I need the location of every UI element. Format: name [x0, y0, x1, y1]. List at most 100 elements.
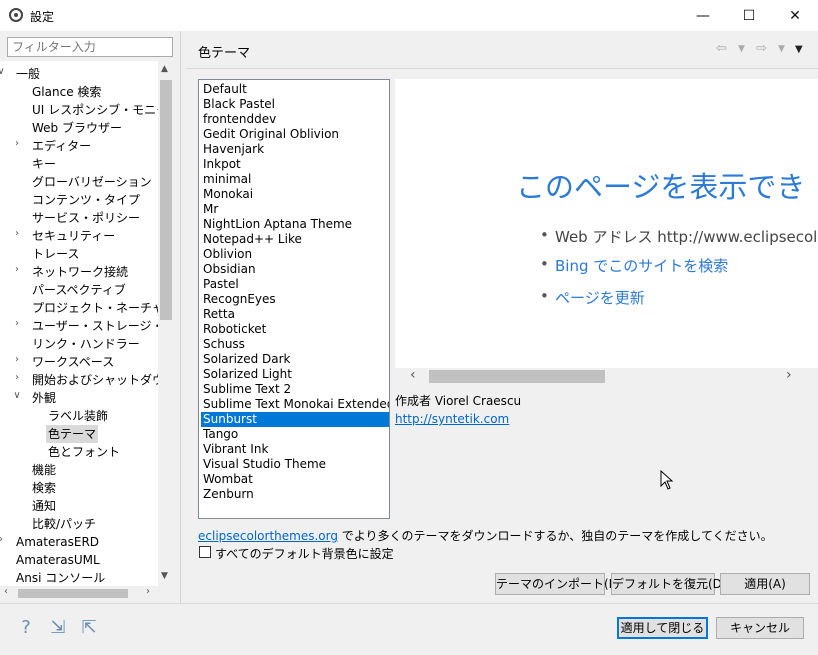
preview-scroll-right-icon[interactable]: ›: [786, 367, 792, 383]
tree-item[interactable]: トレース: [30, 245, 81, 263]
theme-list-item[interactable]: Schuss: [201, 337, 389, 352]
scroll-right-icon[interactable]: ›: [146, 586, 150, 597]
tree-item[interactable]: AmaterasUML: [14, 551, 102, 569]
tree-item[interactable]: AmaterasERD: [14, 533, 101, 551]
preview-link[interactable]: ページを更新: [555, 287, 818, 308]
import-prefs-icon[interactable]: ⇲: [46, 617, 70, 639]
preview-link[interactable]: Bing でこのサイトを検索: [555, 255, 818, 276]
tree-item[interactable]: グローバリゼーション: [30, 173, 154, 191]
theme-list-item[interactable]: Mr: [201, 202, 389, 217]
tree-item[interactable]: ラベル装飾: [46, 407, 110, 425]
apply-button[interactable]: 適用(A): [720, 573, 810, 595]
theme-list-item[interactable]: Oblivion: [201, 247, 389, 262]
theme-list-item[interactable]: Roboticket: [201, 322, 389, 337]
tree-item[interactable]: Web ブラウザー: [30, 119, 124, 137]
tree-item[interactable]: キー: [30, 155, 58, 173]
import-theme-button[interactable]: テーマのインポート(I)...: [495, 573, 628, 595]
tree-item[interactable]: UI レスポンシブ・モニター: [30, 101, 158, 119]
tree-item[interactable]: 開始およびシャットダウン: [30, 371, 158, 389]
theme-list-item[interactable]: minimal: [201, 172, 389, 187]
close-button[interactable]: ✕: [772, 0, 818, 31]
tree-item[interactable]: 外観: [30, 389, 58, 407]
theme-list-item[interactable]: RecognEyes: [201, 292, 389, 307]
scroll-up-icon[interactable]: ▲: [161, 64, 168, 74]
tree-collapsed-icon[interactable]: ›: [12, 138, 22, 149]
back-menu-icon[interactable]: ▼: [738, 44, 745, 54]
theme-list-item[interactable]: Tango: [201, 427, 389, 442]
theme-list-item[interactable]: Solarized Light: [201, 367, 389, 382]
preview-scroll-left-icon[interactable]: ‹: [410, 367, 416, 383]
tree-item[interactable]: 比較/パッチ: [30, 515, 98, 533]
set-default-bg-checkbox[interactable]: [199, 546, 211, 558]
tree-item[interactable]: ネットワーク接続: [30, 263, 130, 281]
tree-item[interactable]: プロジェクト・ネーチャー: [30, 299, 158, 317]
tree-item[interactable]: Ansi コンソール: [14, 569, 107, 586]
theme-list-item[interactable]: Zenburn: [201, 487, 389, 502]
theme-list-item[interactable]: Obsidian: [201, 262, 389, 277]
preference-tree[interactable]: ∨ 一般Glance 検索UI レスポンシブ・モニターWeb ブラウザー › エディタ…: [0, 61, 158, 586]
theme-list-item[interactable]: Sunburst: [201, 412, 389, 427]
tree-collapsed-icon[interactable]: ›: [12, 372, 22, 383]
filter-input[interactable]: [7, 37, 173, 57]
theme-list-item[interactable]: Monokai: [201, 187, 389, 202]
theme-list-item[interactable]: Gedit Original Oblivion: [201, 127, 389, 142]
theme-list-item[interactable]: Havenjark: [201, 142, 389, 157]
tree-item[interactable]: ユーザー・ストレージ・サー: [30, 317, 158, 335]
theme-list-item[interactable]: Sublime Text Monokai Extended: [201, 397, 389, 412]
theme-list-item[interactable]: Visual Studio Theme: [201, 457, 389, 472]
preview-scroll-thumb[interactable]: [429, 370, 605, 383]
forward-icon[interactable]: ⇨: [756, 41, 767, 56]
tree-expanded-icon[interactable]: ∨: [0, 66, 6, 77]
back-icon[interactable]: ⇦: [716, 41, 727, 56]
tree-item[interactable]: 色テーマ: [46, 425, 99, 443]
tree-item[interactable]: サービス・ポリシー: [30, 209, 142, 227]
tree-item[interactable]: セキュリティー: [30, 227, 117, 245]
tree-collapsed-icon[interactable]: ›: [0, 534, 6, 545]
restore-defaults-button[interactable]: デフォルトを復元(D): [611, 573, 727, 595]
apply-and-close-button[interactable]: 適用して閉じる: [617, 617, 708, 639]
tree-hscroll-thumb[interactable]: [18, 589, 128, 598]
scroll-left-icon[interactable]: ‹: [4, 586, 8, 597]
tree-expanded-icon[interactable]: ∨: [12, 390, 22, 401]
help-icon[interactable]: ?: [14, 617, 38, 639]
tree-item[interactable]: パースペクティブ: [30, 281, 128, 299]
theme-list-item[interactable]: Pastel: [201, 277, 389, 292]
tree-collapsed-icon[interactable]: ›: [12, 354, 22, 365]
panel-divider[interactable]: [180, 31, 181, 603]
tree-item[interactable]: エディター: [30, 137, 93, 155]
tree-item[interactable]: 一般: [14, 65, 42, 83]
theme-list-item[interactable]: Wombat: [201, 472, 389, 487]
tree-collapsed-icon[interactable]: ›: [12, 318, 22, 329]
tree-item[interactable]: コンテンツ・タイプ: [30, 191, 142, 209]
theme-list-item[interactable]: Retta: [201, 307, 389, 322]
tree-item[interactable]: 検索: [30, 479, 58, 497]
tree-scroll-thumb[interactable]: [160, 80, 172, 320]
minimize-button[interactable]: —: [680, 0, 726, 31]
theme-list-item[interactable]: Solarized Dark: [201, 352, 389, 367]
theme-list-item[interactable]: NightLion Aptana Theme: [201, 217, 389, 232]
tree-item[interactable]: ワークスペース: [30, 353, 116, 371]
eclipsecolorthemes-link[interactable]: eclipsecolorthemes.org: [198, 529, 338, 543]
cancel-button[interactable]: キャンセル: [716, 617, 804, 639]
tree-collapsed-icon[interactable]: ›: [12, 228, 22, 239]
theme-list-item[interactable]: Black Pastel: [201, 97, 389, 112]
export-prefs-icon[interactable]: ⇱: [77, 617, 101, 639]
tree-collapsed-icon[interactable]: ›: [12, 264, 22, 275]
theme-list-item[interactable]: frontenddev: [201, 112, 389, 127]
view-menu-icon[interactable]: ▼: [795, 44, 803, 55]
theme-list-item[interactable]: Inkpot: [201, 157, 389, 172]
tree-item[interactable]: 色とフォント: [46, 443, 122, 461]
tree-item[interactable]: リンク・ハンドラー: [30, 335, 142, 353]
theme-list-item[interactable]: Notepad++ Like: [201, 232, 389, 247]
theme-list-item[interactable]: Vibrant Ink: [201, 442, 389, 457]
author-url-link[interactable]: http://syntetik.com: [395, 412, 509, 426]
maximize-button[interactable]: ☐: [726, 0, 772, 31]
theme-list-item[interactable]: Default: [201, 82, 389, 97]
tree-item[interactable]: 機能: [30, 461, 58, 479]
theme-list-item[interactable]: Sublime Text 2: [201, 382, 389, 397]
theme-list[interactable]: Default Black Pastel frontenddev Gedit Orig…: [198, 79, 390, 519]
tree-item[interactable]: 通知: [30, 497, 58, 515]
tree-item[interactable]: Glance 検索: [30, 83, 103, 101]
scroll-down-icon[interactable]: ▼: [161, 571, 168, 581]
forward-menu-icon[interactable]: ▼: [778, 44, 785, 54]
